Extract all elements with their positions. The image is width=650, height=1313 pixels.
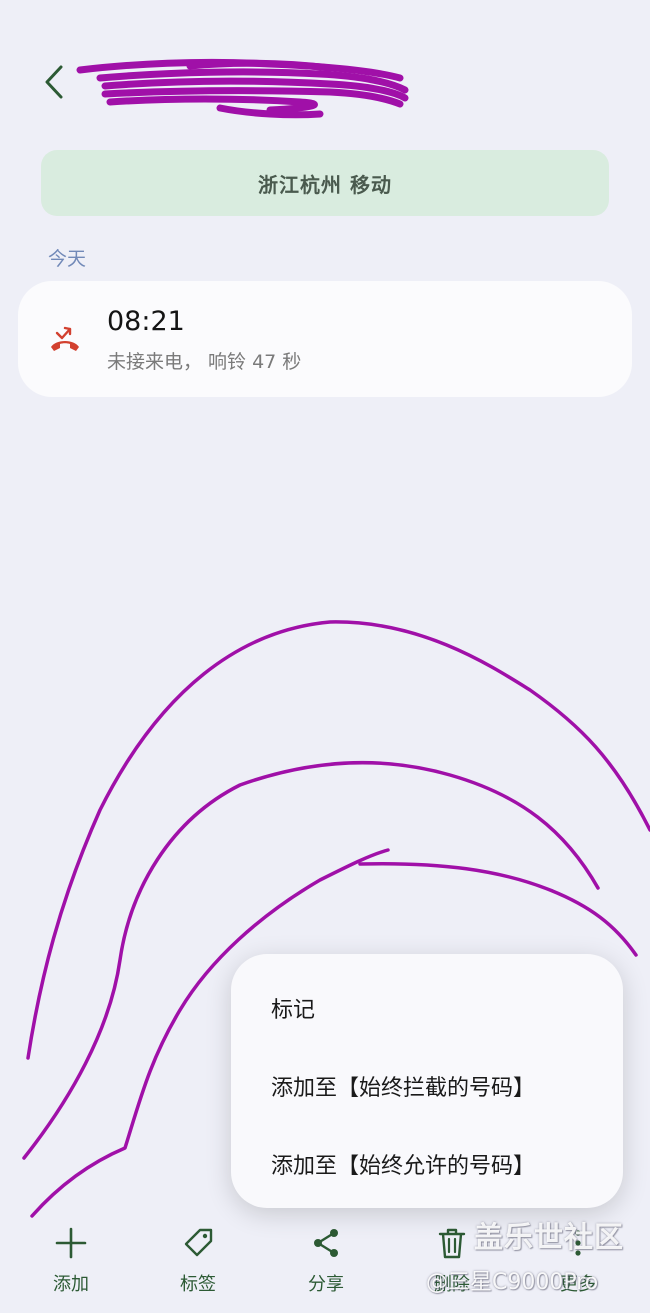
trash-icon <box>438 1228 466 1259</box>
menu-item-add-blocked[interactable]: 添加至【始终拦截的号码】 <box>271 1070 535 1102</box>
toolbar-add-button[interactable]: 添加 <box>21 1226 121 1302</box>
plus-icon <box>55 1227 87 1259</box>
toolbar-more-button[interactable]: 更多 <box>528 1226 628 1302</box>
popup-menu: 标记 添加至【始终拦截的号码】 添加至【始终允许的号码】 <box>231 954 623 1208</box>
missed-call-icon <box>51 326 79 351</box>
call-detail: 未接来电， 响铃 47 秒 <box>107 351 302 373</box>
tag-icon <box>184 1228 213 1257</box>
chevron-left-icon <box>45 65 63 99</box>
location-text: 浙江杭州 移动 <box>258 172 392 197</box>
toolbar-share-label: 分享 <box>308 1274 344 1295</box>
toolbar-delete-label: 删除 <box>434 1274 470 1295</box>
location-banner: 浙江杭州 移动 <box>41 150 609 216</box>
toolbar-more-label: 更多 <box>560 1274 596 1295</box>
toolbar-tag-label: 标签 <box>180 1274 216 1295</box>
more-icon <box>575 1230 581 1256</box>
toolbar-add-label: 添加 <box>53 1274 89 1295</box>
menu-item-add-allowed[interactable]: 添加至【始终允许的号码】 <box>271 1148 535 1180</box>
menu-item-mark[interactable]: 标记 <box>271 992 315 1024</box>
redaction-scribble <box>76 58 409 119</box>
share-icon <box>314 1229 338 1257</box>
call-log-item[interactable] <box>18 281 632 397</box>
call-time: 08:21 <box>107 306 185 337</box>
toolbar-tag-button[interactable]: 标签 <box>148 1226 248 1302</box>
toolbar-delete-button[interactable]: 删除 <box>402 1226 502 1302</box>
toolbar-share-button[interactable]: 分享 <box>276 1226 376 1302</box>
section-label-today: 今天 <box>48 248 87 270</box>
